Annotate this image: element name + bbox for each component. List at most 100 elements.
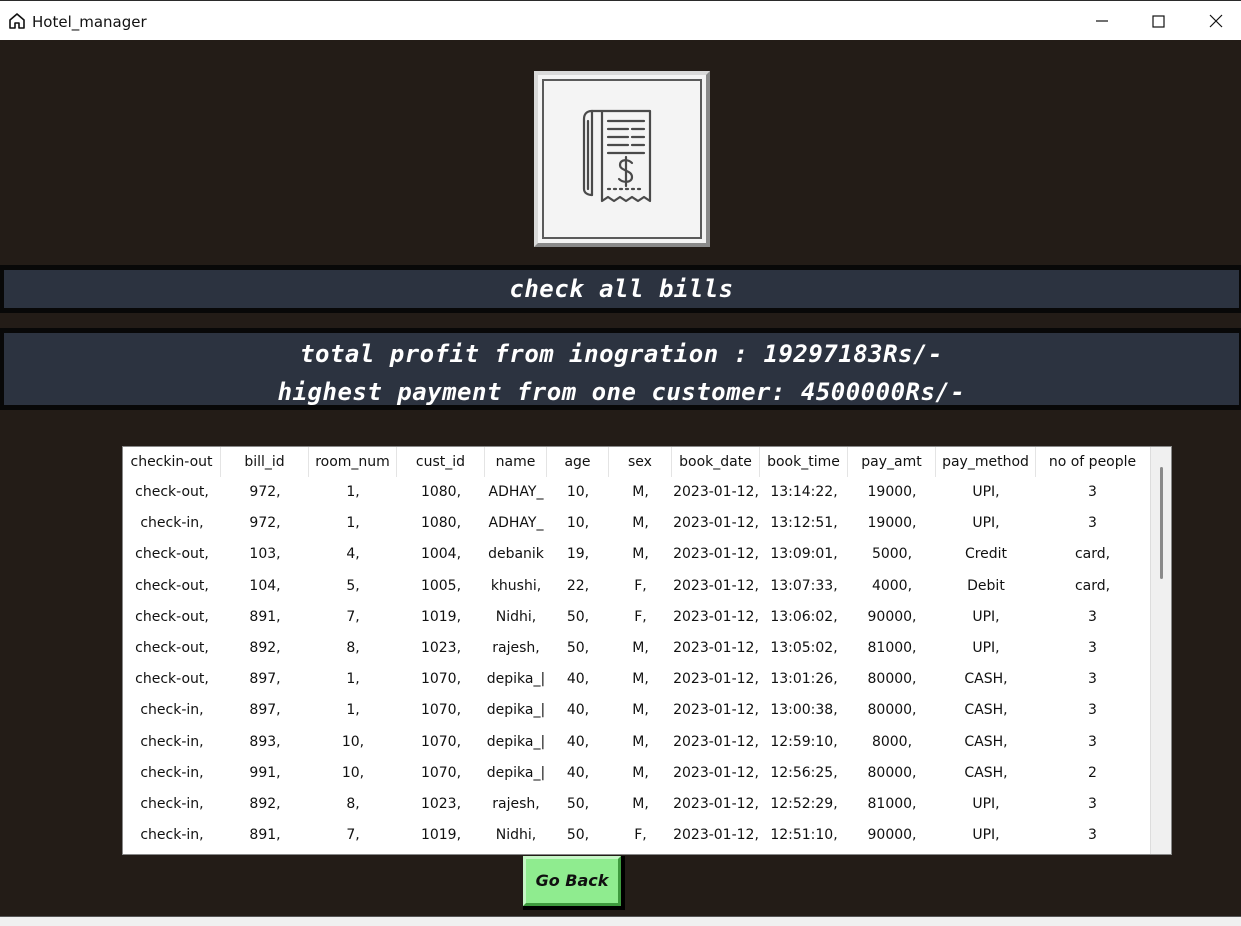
table-cell: 891,	[249, 827, 281, 844]
title-banner: check all bills	[0, 265, 1241, 313]
table-cell: 19,	[566, 546, 590, 563]
table-cell: 50,	[566, 608, 590, 625]
close-icon[interactable]	[1204, 9, 1228, 33]
table-row[interactable]: check-out, 972, 1, 1080, ADHAY_ 10, M, 2023-01-…	[123, 477, 1151, 508]
table-cell: 3	[1088, 827, 1097, 844]
table-row[interactable]: check-in, 991, 10, 1070, depika_| 40, M, 2023-0…	[123, 758, 1151, 789]
table-cell: UPI,	[972, 484, 1000, 500]
table-cell: Credit	[964, 546, 1008, 563]
table-row[interactable]: check-in, 891, 7, 1019, Nidhi, 50, F, 2023-01-1…	[123, 820, 1151, 851]
table-cell: check-out,	[135, 671, 209, 688]
table-cell: 8,	[346, 639, 360, 656]
table-cell: check-in,	[140, 795, 204, 812]
table-cell: 3	[1088, 671, 1097, 688]
table-header: checkin-out bill_id room_num cust_id name age…	[123, 447, 1151, 477]
table-cell: 897,	[249, 702, 281, 719]
column-header[interactable]: book_time	[760, 447, 848, 477]
table-cell: 1080,	[420, 515, 462, 532]
table-cell: M,	[632, 515, 649, 532]
table-cell: 1019,	[420, 608, 462, 625]
table-cell: depika_|	[486, 671, 546, 688]
column-header[interactable]: book_date	[672, 447, 760, 477]
table-cell: UPI,	[972, 827, 1000, 844]
table-cell: 3	[1088, 733, 1097, 750]
table-cell: M,	[632, 702, 649, 719]
column-header[interactable]: checkin-out	[123, 447, 221, 477]
table-cell: 2023-01-12,	[673, 515, 759, 532]
maximize-icon[interactable]	[1146, 9, 1170, 33]
table-row[interactable]: check-out, 103, 4, 1004, debanik 19, M, 2023-01…	[123, 539, 1151, 570]
table-cell: 10,	[341, 764, 365, 781]
table-scrollbar[interactable]	[1150, 447, 1171, 854]
table-cell: CASH,	[964, 764, 1008, 781]
table-cell: check-in,	[140, 702, 204, 719]
table-cell: 1023,	[420, 795, 462, 812]
table-cell: UPI,	[972, 608, 1000, 625]
table-cell: 12:51:10,	[770, 827, 838, 844]
table-cell: check-out,	[135, 484, 209, 500]
table-cell: 10,	[566, 515, 590, 532]
table-cell: 1,	[346, 671, 360, 688]
column-header[interactable]: pay_method	[936, 447, 1036, 477]
table-cell: M,	[632, 639, 649, 656]
column-header[interactable]: pay_amt	[848, 447, 936, 477]
bills-table[interactable]: checkin-out bill_id room_num cust_id name age…	[122, 446, 1172, 855]
column-header[interactable]: name	[485, 447, 547, 477]
column-header[interactable]: bill_id	[221, 447, 309, 477]
table-row[interactable]: check-out, 897, 1, 1070, depika_| 40, M, 2023-0…	[123, 664, 1151, 695]
table-cell: check-in,	[140, 827, 204, 844]
table-cell: 2023-01-12,	[673, 733, 759, 750]
table-cell: 2023-01-12,	[673, 671, 759, 688]
table-cell: 13:14:22,	[770, 484, 838, 500]
table-cell: 2023-01-12,	[673, 577, 759, 594]
table-cell: 50,	[566, 639, 590, 656]
table-cell: 1,	[346, 484, 360, 500]
table-row[interactable]: check-out, 892, 8, 1023, rajesh, 50, M, 2023-01…	[123, 633, 1151, 664]
table-cell: khushi,	[490, 577, 542, 594]
table-cell: 13:00:38,	[770, 702, 838, 719]
column-header[interactable]: age	[547, 447, 609, 477]
table-cell: 1080,	[420, 484, 462, 500]
table-cell: Debit	[967, 577, 1005, 594]
table-cell: 5000,	[871, 546, 913, 563]
table-row[interactable]: check-in, 892, 8, 1023, rajesh, 50, M, 2023-01-…	[123, 789, 1151, 820]
table-cell: 104,	[249, 577, 281, 594]
table-cell: debanik	[488, 546, 544, 563]
table-row[interactable]: check-in, 972, 1, 1080, ADHAY_ 10, M, 2023-01-1…	[123, 508, 1151, 539]
table-cell: 897,	[249, 671, 281, 688]
table-cell: check-in,	[140, 764, 204, 781]
table-cell: 7,	[346, 827, 360, 844]
table-cell: 10,	[341, 733, 365, 750]
window-titlebar[interactable]: Hotel_manager	[0, 0, 1241, 40]
table-cell: UPI,	[972, 795, 1000, 812]
scrollbar-thumb[interactable]	[1160, 467, 1163, 579]
table-cell: 4,	[346, 546, 360, 563]
table-cell: M,	[632, 671, 649, 688]
table-row[interactable]: check-out, 104, 5, 1005, khushi, 22, F, 2023-01…	[123, 571, 1151, 602]
table-cell: 4000,	[871, 577, 913, 594]
table-cell: 1070,	[420, 702, 462, 719]
table-cell: F,	[634, 608, 647, 625]
go-back-button[interactable]: Go Back	[523, 856, 625, 910]
table-cell: F,	[634, 577, 647, 594]
minimize-icon[interactable]	[1090, 9, 1114, 33]
table-cell: check-out,	[135, 577, 209, 594]
table-cell: check-out,	[135, 639, 209, 656]
table-row[interactable]: check-in, 897, 1, 1070, depika_| 40, M, 2023-01…	[123, 695, 1151, 726]
total-profit-text: total profit from inogration : 19297183R…	[300, 340, 943, 368]
column-header[interactable]: sex	[609, 447, 672, 477]
table-cell: 103,	[249, 546, 281, 563]
table-cell: 13:12:51,	[770, 515, 838, 532]
table-cell: check-out,	[135, 546, 209, 563]
table-cell: 1070,	[420, 764, 462, 781]
go-back-label[interactable]: Go Back	[523, 856, 621, 906]
bill-logo	[534, 71, 710, 247]
table-row[interactable]: check-out, 891, 7, 1019, Nidhi, 50, F, 2023-01-…	[123, 602, 1151, 633]
column-header[interactable]: no of people	[1036, 447, 1149, 477]
table-cell: 80000,	[867, 702, 917, 719]
table-cell: 991,	[249, 764, 281, 781]
table-row[interactable]: check-in, 893, 10, 1070, depika_| 40, M, 2023-0…	[123, 727, 1151, 758]
column-header[interactable]: cust_id	[397, 447, 485, 477]
table-cell: 892,	[249, 639, 281, 656]
column-header[interactable]: room_num	[309, 447, 397, 477]
